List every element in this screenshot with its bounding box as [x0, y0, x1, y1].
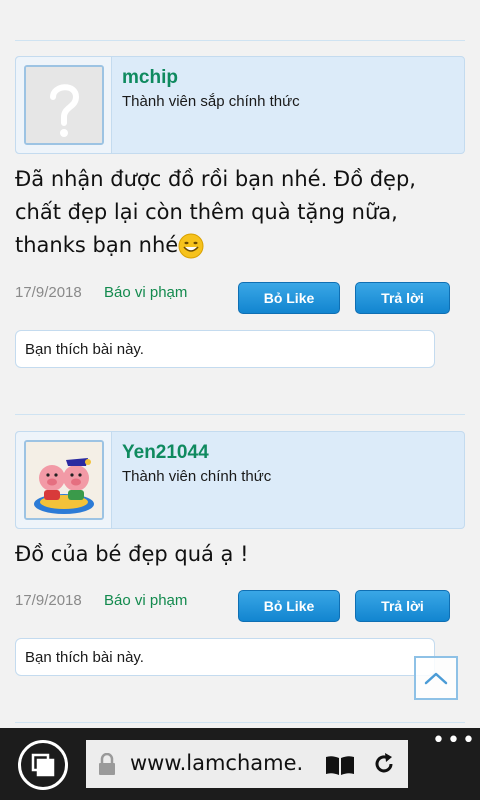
post-divider: [15, 414, 465, 415]
user-rank: Thành viên sắp chính thức: [122, 93, 300, 110]
browser-toolbar: www.lamchame. •••: [0, 728, 480, 800]
reply-button[interactable]: Trả lời: [355, 282, 450, 314]
avatar-placeholder-icon: [24, 65, 104, 145]
refresh-icon[interactable]: [372, 752, 396, 776]
user-card: Yen21044 Thành viên chính thức: [15, 431, 465, 529]
post-1: mchip Thành viên sắp chính thức: [15, 56, 465, 154]
chevron-up-icon: [424, 672, 448, 685]
tabs-icon: [31, 753, 55, 777]
smiley-emoji-icon: [178, 233, 204, 259]
post-content: Đã nhận được đồ rồi bạn nhé. Đồ đẹp, chấ…: [15, 163, 445, 262]
more-dots-icon[interactable]: •••: [432, 730, 477, 752]
user-rank: Thành viên chính thức: [122, 468, 272, 485]
post-text: Đã nhận được đồ rồi bạn nhé. Đồ đẹp, chấ…: [15, 167, 416, 257]
url-text[interactable]: www.lamchame.: [130, 751, 322, 775]
liked-notice: Bạn thích bài này.: [15, 330, 435, 368]
user-card: mchip Thành viên sắp chính thức: [15, 56, 465, 154]
liked-notice: Bạn thích bài này.: [15, 638, 435, 676]
tabs-button[interactable]: [18, 740, 68, 790]
post-text: Đồ của bé đẹp quá ạ !: [15, 542, 249, 566]
reply-button[interactable]: Trả lời: [355, 590, 450, 622]
post-divider: [15, 722, 465, 723]
report-link[interactable]: Báo vi phạm: [104, 592, 187, 609]
reading-view-icon[interactable]: [324, 754, 356, 776]
post-content: Đồ của bé đẹp quá ạ !: [15, 538, 445, 571]
lock-icon: [99, 753, 115, 775]
avatar-image: [24, 440, 104, 520]
username[interactable]: Yen21044: [122, 442, 209, 464]
scroll-to-top-button[interactable]: [414, 656, 458, 700]
report-link[interactable]: Báo vi phạm: [104, 284, 187, 301]
address-bar[interactable]: www.lamchame.: [86, 740, 408, 788]
post-divider: [15, 40, 465, 41]
post-2: Yen21044 Thành viên chính thức: [15, 431, 465, 529]
avatar-container[interactable]: [16, 57, 112, 153]
post-date: 17/9/2018: [15, 592, 82, 609]
forum-page: mchip Thành viên sắp chính thức Đã nhận …: [0, 0, 480, 728]
avatar-container[interactable]: [16, 432, 112, 528]
unlike-button[interactable]: Bỏ Like: [238, 282, 340, 314]
post-date: 17/9/2018: [15, 284, 82, 301]
unlike-button[interactable]: Bỏ Like: [238, 590, 340, 622]
username[interactable]: mchip: [122, 67, 178, 89]
